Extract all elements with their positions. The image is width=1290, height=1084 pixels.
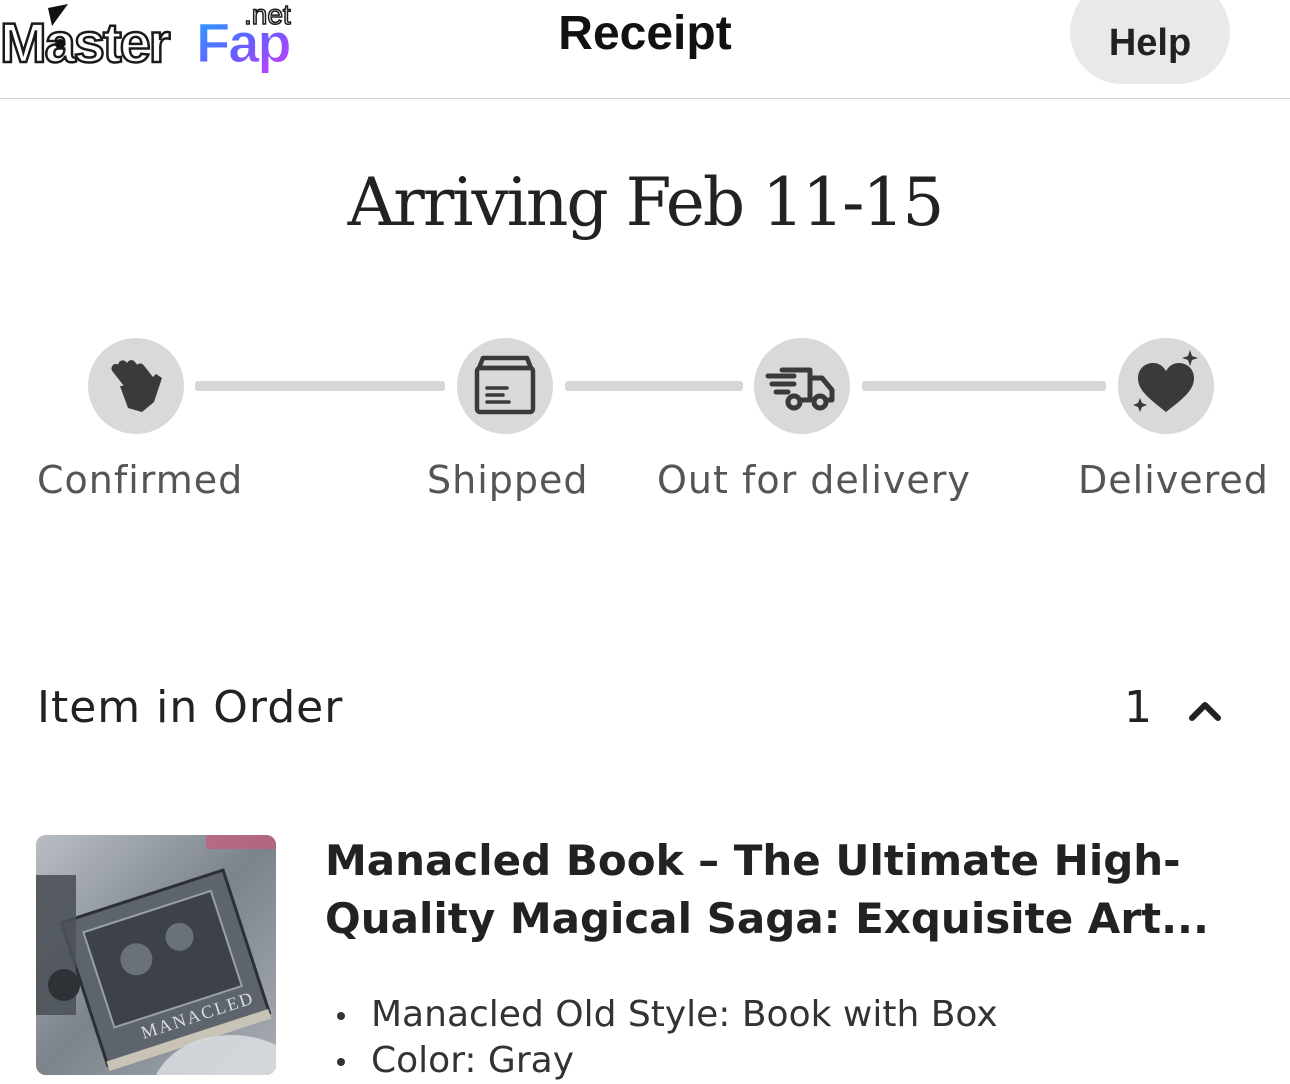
step-label-shipped: Shipped bbox=[427, 458, 589, 502]
step-delivered bbox=[1118, 338, 1214, 434]
progress-connector bbox=[195, 381, 445, 391]
product-title-line-1: Manacled Book – The Ultimate High- bbox=[325, 836, 1181, 885]
variant-item: Manacled Old Style: Book with Box bbox=[325, 992, 1225, 1038]
book-image: MANACLED bbox=[36, 835, 276, 1075]
waving-hand-icon bbox=[111, 360, 162, 412]
product-variants: Manacled Old Style: Book with Box Color:… bbox=[325, 992, 1225, 1084]
step-confirmed bbox=[88, 338, 184, 434]
items-section-title: Item in Order bbox=[37, 682, 344, 733]
step-out-for-delivery bbox=[754, 338, 850, 434]
delivery-truck-icon bbox=[765, 367, 835, 411]
bullet-icon bbox=[337, 1012, 345, 1020]
step-label-delivered: Delivered bbox=[1078, 458, 1269, 502]
bullet-icon bbox=[337, 1058, 345, 1066]
step-shipped bbox=[457, 338, 553, 434]
variant-text: Color: Gray bbox=[371, 1040, 574, 1081]
chevron-up-icon bbox=[1189, 702, 1221, 721]
help-button[interactable]: Help bbox=[1070, 0, 1230, 84]
product-title-link[interactable]: Manacled Book – The Ultimate High- Quali… bbox=[325, 832, 1225, 948]
progress-connector bbox=[862, 381, 1106, 391]
arrival-estimate: Arriving Feb 11-15 bbox=[347, 164, 945, 241]
variant-text: Manacled Old Style: Book with Box bbox=[371, 994, 998, 1035]
product-title-line-2: Quality Magical Saga: Exquisite Art... bbox=[325, 894, 1209, 943]
progress-connector bbox=[565, 381, 743, 391]
variant-item: Color: Gray bbox=[325, 1038, 1225, 1084]
app-header: Master Fap .net Receipt Help bbox=[0, 0, 1290, 99]
step-label-confirmed: Confirmed bbox=[37, 458, 244, 502]
package-box-icon bbox=[474, 355, 536, 415]
step-label-out-for-delivery: Out for delivery bbox=[657, 458, 971, 502]
product-thumbnail[interactable]: MANACLED bbox=[36, 835, 276, 1075]
collapse-items-button[interactable] bbox=[1180, 688, 1230, 732]
items-count: 1 bbox=[1124, 682, 1152, 733]
sparkle-heart-icon bbox=[1133, 350, 1198, 412]
